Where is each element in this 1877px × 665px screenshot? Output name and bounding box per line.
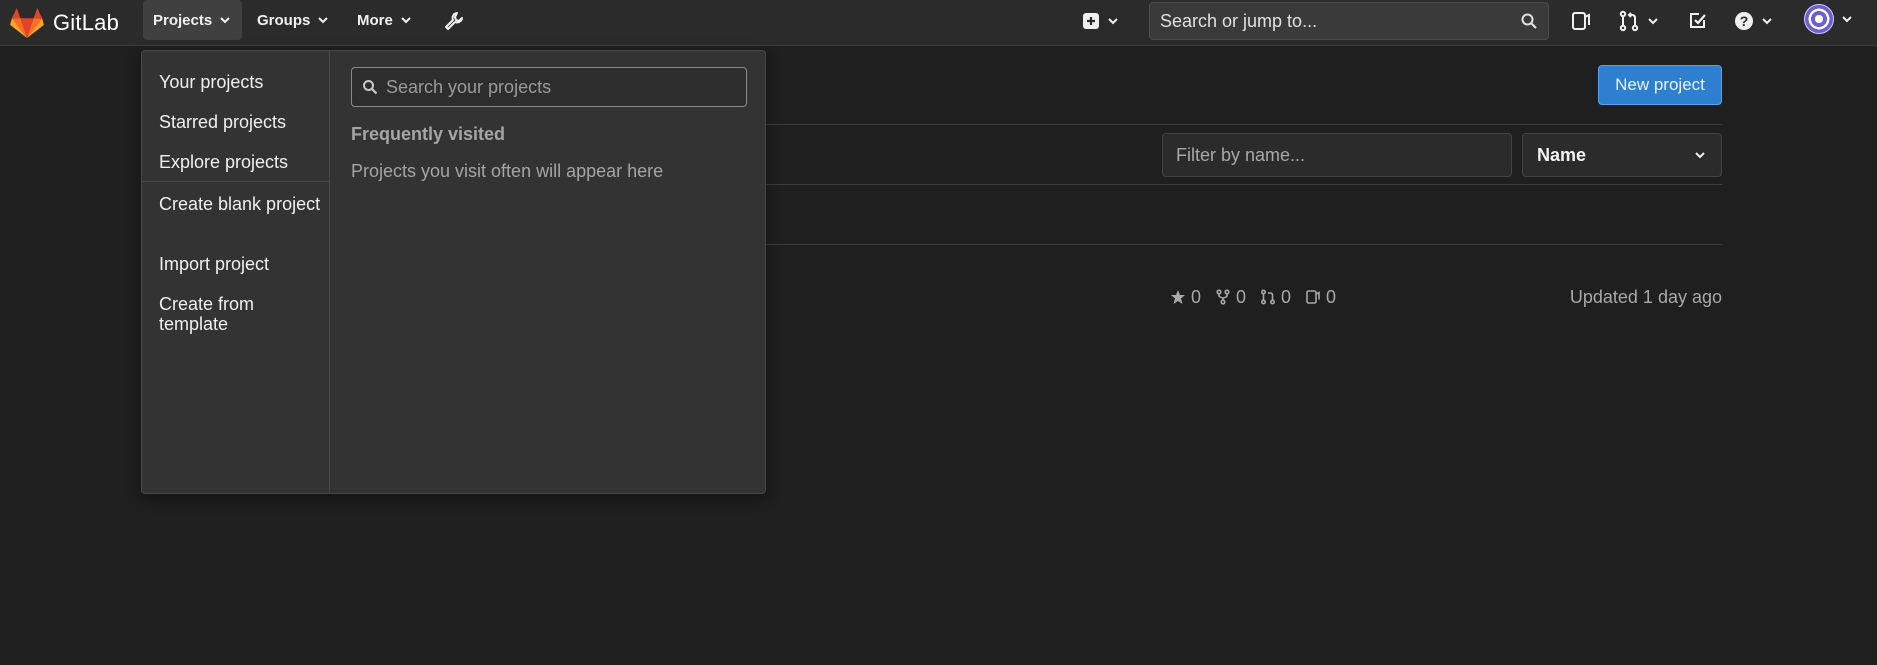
sort-dropdown-value: Name	[1537, 144, 1587, 165]
issues-count: 0	[1326, 286, 1337, 307]
projects-menu[interactable]: Projects	[143, 0, 243, 40]
divider	[760, 244, 1722, 245]
merge-requests-count: 0	[1281, 286, 1292, 307]
gitlab-logo-icon	[10, 7, 44, 39]
divider	[760, 124, 1722, 125]
new-menu-button[interactable]	[1082, 8, 1120, 34]
search-icon	[363, 80, 378, 95]
admin-area-button[interactable]	[443, 8, 465, 34]
chevron-down-icon	[1842, 16, 1852, 23]
divider	[760, 184, 1722, 185]
plus-square-icon	[1083, 13, 1099, 29]
top-navbar: GitLab Projects Groups More Search or ju…	[0, 0, 1877, 46]
stars-count: 0	[1191, 286, 1202, 307]
search-your-projects[interactable]	[351, 67, 747, 107]
project-stars[interactable]: 0	[1170, 287, 1201, 308]
filter-by-name-input[interactable]	[1162, 133, 1512, 177]
menu-item-import-project[interactable]: Import project	[159, 254, 324, 274]
frequent-projects-panel: Frequently visited Projects you visit of…	[330, 51, 767, 493]
todos-button[interactable]	[1688, 8, 1708, 34]
global-search-input[interactable]	[1160, 10, 1490, 32]
user-menu-button[interactable]	[1804, 4, 1854, 34]
brand-name: GitLab	[53, 10, 120, 35]
merge-requests-button[interactable]	[1618, 8, 1660, 34]
issues-icon	[1572, 12, 1590, 30]
svg-text:?: ?	[1740, 13, 1749, 29]
more-menu-label: More	[357, 11, 393, 29]
project-stats: 0 0 0 0	[1170, 286, 1336, 308]
menu-item-your-projects[interactable]: Your projects	[159, 72, 324, 92]
menu-item-create-from-template[interactable]: Create from template	[159, 294, 324, 334]
frequently-visited-empty-state: Projects you visit often will appear her…	[351, 161, 664, 181]
projects-dropdown: Your projects Starred projects Explore p…	[141, 50, 766, 494]
todo-icon	[1690, 13, 1706, 28]
wrench-icon	[445, 12, 463, 30]
projects-dropdown-menu: Your projects Starred projects Explore p…	[142, 51, 330, 493]
merge-request-icon	[1261, 289, 1276, 305]
help-menu-button[interactable]: ?	[1734, 8, 1774, 34]
project-forks[interactable]: 0	[1215, 287, 1246, 308]
project-updated-time: Updated 1 day ago	[1569, 287, 1722, 307]
projects-menu-label: Projects	[153, 11, 213, 29]
menu-item-starred-projects[interactable]: Starred projects	[159, 112, 324, 132]
avatar	[1804, 4, 1834, 34]
chevron-down-icon	[401, 17, 411, 24]
frequently-visited-heading: Frequently visited	[351, 124, 506, 144]
project-issues[interactable]: 0	[1305, 287, 1336, 308]
new-project-button[interactable]: New project	[1598, 65, 1722, 105]
chevron-down-icon	[220, 17, 230, 24]
menu-divider	[142, 181, 330, 182]
sort-dropdown[interactable]: Name	[1522, 133, 1722, 177]
chevron-down-icon	[1695, 152, 1705, 159]
issues-button[interactable]	[1570, 8, 1592, 34]
groups-menu-label: Groups	[257, 11, 311, 29]
star-icon	[1171, 290, 1185, 304]
project-merge-requests[interactable]: 0	[1260, 287, 1291, 308]
search-your-projects-input[interactable]	[386, 76, 736, 98]
chevron-down-icon	[318, 17, 329, 24]
issues-icon	[1306, 290, 1320, 304]
merge-request-icon	[1619, 10, 1639, 32]
chevron-down-icon	[1762, 18, 1772, 25]
forks-count: 0	[1236, 286, 1247, 307]
more-menu[interactable]: More	[347, 0, 423, 40]
menu-item-create-blank-project[interactable]: Create blank project	[159, 194, 324, 214]
chevron-down-icon	[1648, 18, 1658, 25]
fork-icon	[1216, 289, 1230, 305]
global-search[interactable]	[1149, 2, 1549, 40]
brand-home-link[interactable]: GitLab	[10, 5, 119, 41]
menu-item-explore-projects[interactable]: Explore projects	[159, 152, 324, 172]
search-icon	[1521, 13, 1537, 29]
groups-menu[interactable]: Groups	[247, 0, 340, 40]
chevron-down-icon	[1108, 18, 1118, 25]
help-icon: ?	[1735, 12, 1753, 30]
